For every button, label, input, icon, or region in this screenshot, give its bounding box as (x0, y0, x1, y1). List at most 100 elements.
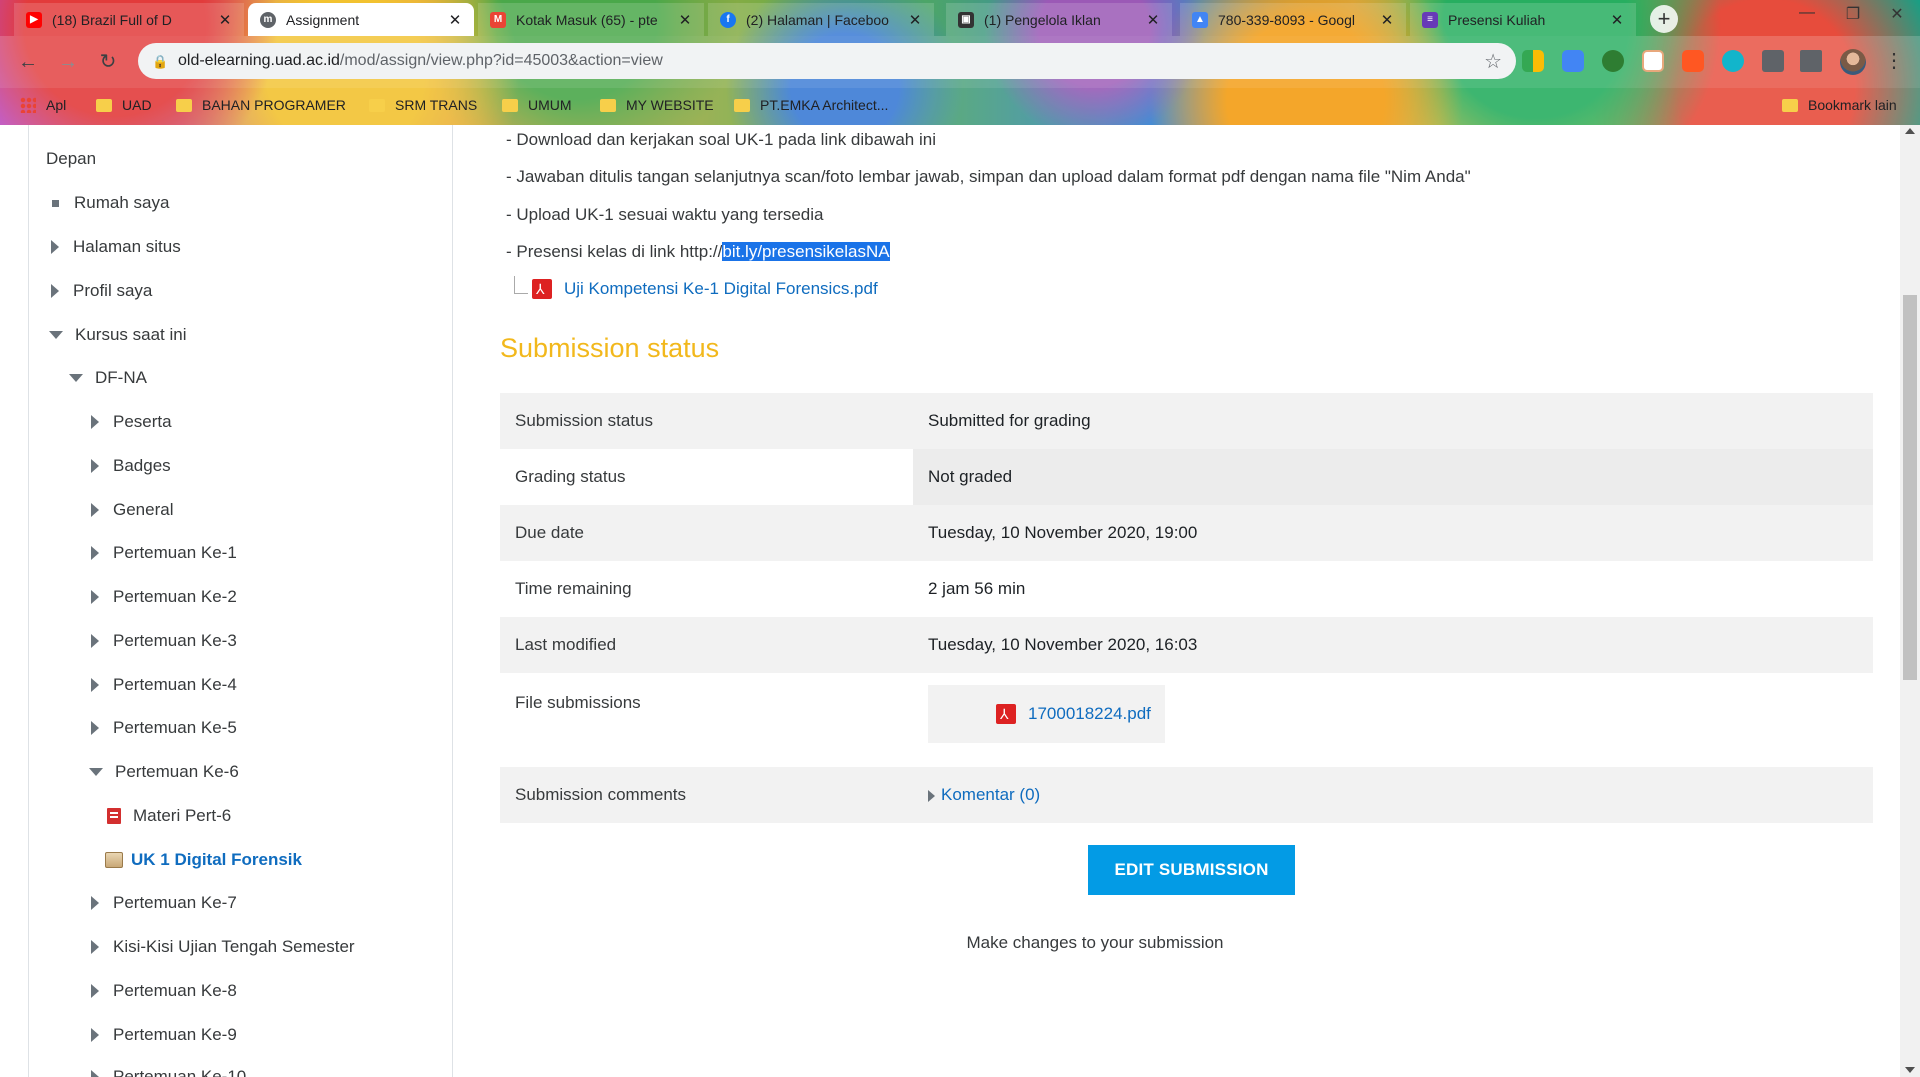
bookmark-star-icon[interactable]: ☆ (1484, 49, 1502, 74)
extension-icon[interactable] (1522, 50, 1544, 72)
sidebar-item-materi-pert-6[interactable]: Materi Pert-6 (107, 806, 231, 826)
close-icon[interactable]: ✕ (676, 11, 694, 29)
sidebar-item-uk1-digital-forensik[interactable]: UK 1 Digital Forensik (105, 850, 302, 870)
translate-icon[interactable] (1562, 50, 1584, 72)
chevron-right-icon (91, 459, 99, 473)
extension-lock-icon[interactable] (1682, 50, 1704, 72)
close-window-icon[interactable]: ✕ (1874, 4, 1920, 24)
close-icon[interactable]: ✕ (216, 11, 234, 29)
bullet-icon (52, 199, 59, 207)
edit-submission-button[interactable]: EDIT SUBMISSION (1088, 845, 1295, 895)
reload-icon[interactable]: ↻ (94, 48, 122, 76)
row-value: 1700018224.pdf (913, 685, 1873, 767)
instruction-line: - Download dan kerjakan soal UK-1 pada l… (506, 130, 936, 149)
chevron-right-icon (91, 634, 99, 648)
bookmark-pt-emka[interactable]: PT.EMKA Architect... (734, 97, 888, 113)
submitted-file-link[interactable]: 1700018224.pdf (1028, 704, 1151, 724)
sidebar-item-profil-saya[interactable]: Profil saya (51, 281, 152, 301)
presensi-link[interactable]: bit.ly/presensikelasNA (722, 242, 890, 261)
restore-icon[interactable]: ❐ (1830, 4, 1876, 24)
media-control-icon[interactable] (1800, 50, 1822, 72)
tab-facebook[interactable]: f (2) Halaman | Faceboo ✕ (708, 3, 934, 36)
tab-ads-manager[interactable]: ▣ (1) Pengelola Iklan ✕ (946, 3, 1172, 36)
bookmark-umum[interactable]: UMUM (502, 97, 572, 113)
folder-icon (176, 98, 192, 112)
sidebar-item-pertemuan-4[interactable]: Pertemuan Ke-4 (91, 675, 237, 695)
sidebar-item-depan[interactable]: Depan (46, 149, 96, 169)
tab-gmail[interactable]: M Kotak Masuk (65) - pte ✕ (478, 3, 704, 36)
folder-icon (502, 98, 518, 112)
table-row: Submission status Submitted for grading (500, 393, 1873, 449)
sidebar-item-kisi-kisi-uts[interactable]: Kisi-Kisi Ujian Tengah Semester (91, 937, 355, 957)
tab-presensi[interactable]: ≡ Presensi Kuliah ✕ (1410, 3, 1636, 36)
close-icon[interactable]: ✕ (906, 11, 924, 29)
sidebar-item-general[interactable]: General (91, 500, 173, 520)
chevron-right-icon (91, 590, 99, 604)
instruction-line: - Presensi kelas di link http://bit.ly/p… (506, 242, 890, 261)
bookmark-other[interactable]: Bookmark lain (1782, 97, 1897, 113)
forward-icon[interactable]: → (54, 48, 82, 76)
extension-globe-icon[interactable] (1602, 50, 1624, 72)
chevron-right-icon (91, 984, 99, 998)
tab-youtube[interactable]: ▶ (18) Brazil Full of D ✕ (14, 3, 244, 36)
bookmark-bahan-programer[interactable]: BAHAN PROGRAMER (176, 97, 346, 113)
close-icon[interactable]: ✕ (446, 11, 464, 29)
facebook-icon: f (720, 11, 736, 28)
row-label: Last modified (515, 635, 617, 654)
pdf-icon (107, 808, 121, 824)
page-content: Depan Rumah saya Halaman situs Profil sa… (0, 125, 1920, 1077)
sidebar-item-pertemuan-6[interactable]: Pertemuan Ke-6 (89, 762, 239, 782)
table-row: Due date Tuesday, 10 November 2020, 19:0… (500, 505, 1873, 561)
sidebar-item-peserta[interactable]: Peserta (91, 412, 172, 432)
bookmarks-bar: Apl UAD BAHAN PROGRAMER SRM TRANS UMUM M… (0, 88, 1920, 125)
scroll-down-icon[interactable] (1905, 1067, 1915, 1073)
sidebar-item-halaman-situs[interactable]: Halaman situs (51, 237, 181, 257)
avatar[interactable] (1840, 49, 1866, 75)
minimize-icon[interactable]: — (1784, 4, 1830, 22)
sidebar-item-pertemuan-2[interactable]: Pertemuan Ke-2 (91, 587, 237, 607)
bookmark-apps[interactable]: Apl (20, 97, 66, 113)
close-icon[interactable]: ✕ (1378, 11, 1396, 29)
folder-icon (369, 98, 385, 112)
close-icon[interactable]: ✕ (1144, 11, 1162, 29)
close-icon[interactable]: ✕ (1608, 11, 1626, 29)
row-value: Submitted for grading (928, 411, 1091, 430)
sidebar-item-badges[interactable]: Badges (91, 456, 171, 476)
sidebar-item-pertemuan-1[interactable]: Pertemuan Ke-1 (91, 543, 237, 563)
sidebar-item-df-na[interactable]: DF-NA (69, 368, 147, 388)
tab-google-ads[interactable]: ▲ 780-339-8093 - Googl ✕ (1180, 3, 1406, 36)
sidebar-item-pertemuan-3[interactable]: Pertemuan Ke-3 (91, 631, 237, 651)
chevron-right-icon (91, 503, 99, 517)
bookmark-my-website[interactable]: MY WEBSITE (600, 97, 714, 113)
comments-link[interactable]: Komentar (0) (941, 785, 1040, 804)
main-region: - Download dan kerjakan soal UK-1 pada l… (454, 125, 1899, 1077)
sidebar-item-pertemuan-10[interactable]: Pertemuan Ke-10 (91, 1067, 246, 1077)
extension-m-icon[interactable] (1722, 50, 1744, 72)
scroll-up-icon[interactable] (1905, 128, 1915, 134)
sidebar-item-pertemuan-5[interactable]: Pertemuan Ke-5 (91, 718, 237, 738)
section-heading: Submission status (500, 333, 720, 363)
row-value: Tuesday, 10 November 2020, 16:03 (928, 635, 1198, 654)
chevron-right-icon (91, 721, 99, 735)
sidebar-item-pertemuan-7[interactable]: Pertemuan Ke-7 (91, 893, 237, 913)
extension-note-icon[interactable] (1642, 50, 1664, 72)
sidebar-item-kursus-saat-ini[interactable]: Kursus saat ini (49, 325, 187, 345)
back-icon[interactable]: ← (14, 48, 42, 76)
scrollbar-thumb[interactable] (1903, 295, 1917, 680)
gmail-icon: M (490, 11, 506, 28)
new-tab-button[interactable]: + (1650, 5, 1678, 33)
sidebar-item-pertemuan-9[interactable]: Pertemuan Ke-9 (91, 1025, 237, 1045)
table-row: File submissions 1700018224.pdf (500, 673, 1873, 767)
sidebar-item-pertemuan-8[interactable]: Pertemuan Ke-8 (91, 981, 237, 1001)
attachment-link[interactable]: Uji Kompetensi Ke-1 Digital Forensics.pd… (564, 279, 878, 299)
scrollbar[interactable] (1900, 125, 1920, 1077)
row-label: File submissions (515, 693, 641, 712)
puzzle-icon[interactable] (1762, 50, 1784, 72)
bookmark-srm-trans[interactable]: SRM TRANS (369, 97, 477, 113)
address-bar[interactable]: 🔒 old-elearning.uad.ac.id/mod/assign/vie… (138, 43, 1516, 79)
chevron-down-icon (89, 768, 103, 776)
menu-kebab-icon[interactable]: ⋮ (1884, 48, 1904, 73)
sidebar-item-rumah-saya[interactable]: Rumah saya (52, 193, 169, 213)
bookmark-uad[interactable]: UAD (96, 97, 152, 113)
tab-assignment[interactable]: m Assignment ✕ (248, 3, 474, 36)
